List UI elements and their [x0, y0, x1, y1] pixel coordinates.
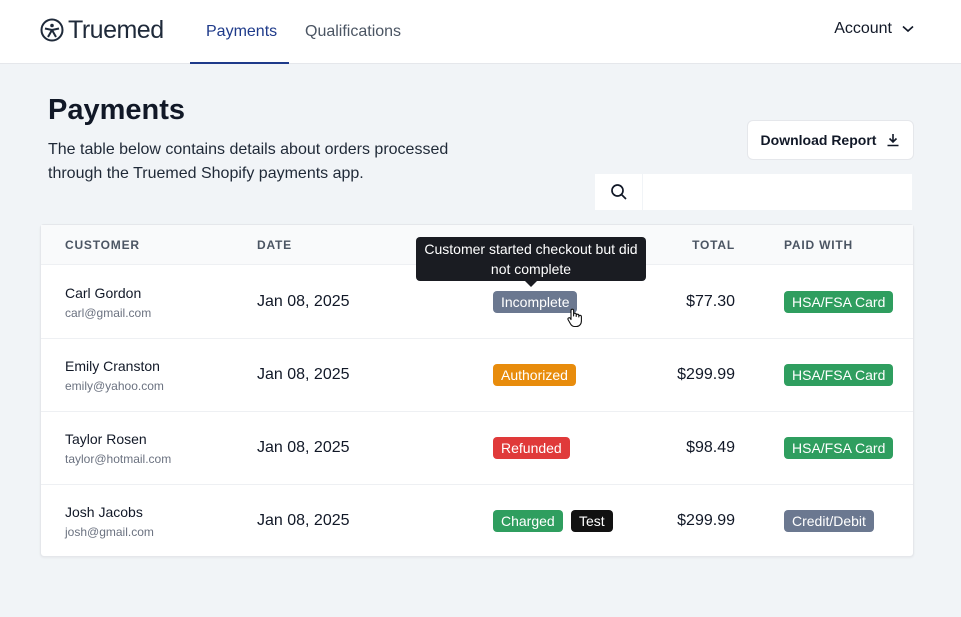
download-report-button[interactable]: Download Report	[747, 120, 914, 160]
column-header-paid-with[interactable]: PAID WITH	[784, 238, 853, 252]
customer-email: taylor@hotmail.com	[65, 452, 172, 466]
download-icon	[887, 134, 899, 147]
table-row[interactable]: Taylor Rosen taylor@hotmail.com Jan 08, …	[41, 412, 913, 485]
search-icon	[610, 184, 627, 200]
order-date: Jan 08, 2025	[257, 512, 350, 529]
page-title: Payments	[48, 94, 186, 126]
table-row[interactable]: Josh Jacobs josh@gmail.com Jan 08, 2025 …	[41, 485, 913, 558]
account-menu[interactable]: Account	[834, 20, 914, 38]
column-header-customer[interactable]: CUSTOMER	[65, 238, 140, 252]
table-row[interactable]: Emily Cranston emily@yahoo.com Jan 08, 2…	[41, 339, 913, 412]
customer-name: Josh Jacobs	[65, 504, 143, 520]
paid-with-badge: HSA/FSA Card	[784, 364, 894, 386]
customer-name: Carl Gordon	[65, 285, 142, 301]
truemed-logo-icon	[40, 18, 64, 42]
brand-name: Truemed	[68, 16, 164, 44]
status-badge-incomplete[interactable]: Incomplete	[493, 291, 578, 313]
paid-with-badge: HSA/FSA Card	[784, 437, 894, 459]
column-header-total[interactable]: TOTAL	[692, 238, 735, 252]
customer-email: emily@yahoo.com	[65, 379, 164, 393]
order-total: $299.99	[677, 512, 735, 529]
status-badge-refunded[interactable]: Refunded	[493, 437, 570, 459]
customer-email: josh@gmail.com	[65, 525, 154, 539]
tab-qualifications[interactable]: Qualifications	[289, 0, 417, 63]
search-input[interactable]	[643, 174, 912, 210]
search-bar	[595, 174, 912, 210]
customer-name: Taylor Rosen	[65, 431, 147, 447]
customer-name: Emily Cranston	[65, 358, 160, 374]
column-header-date[interactable]: DATE	[257, 238, 292, 252]
tab-payments[interactable]: Payments	[190, 0, 289, 64]
order-total: $98.49	[686, 439, 735, 456]
download-report-label: Download Report	[760, 132, 877, 148]
order-total: $299.99	[677, 366, 735, 383]
search-icon-wrap[interactable]	[595, 174, 643, 210]
order-date: Jan 08, 2025	[257, 293, 350, 310]
status-tooltip: Customer started checkout but did not co…	[416, 237, 646, 287]
order-total: $77.30	[686, 293, 735, 310]
paid-with-badge: HSA/FSA Card	[784, 291, 894, 313]
order-date: Jan 08, 2025	[257, 366, 350, 383]
test-badge: Test	[571, 510, 613, 532]
paid-with-badge: Credit/Debit	[784, 510, 874, 532]
status-badge-authorized[interactable]: Authorized	[493, 364, 576, 386]
order-date: Jan 08, 2025	[257, 439, 350, 456]
customer-email: carl@gmail.com	[65, 306, 152, 320]
account-label: Account	[834, 20, 892, 37]
chevron-down-icon	[902, 25, 914, 33]
hand-cursor-icon	[567, 308, 582, 328]
truemed-logo[interactable]: Truemed	[40, 16, 164, 44]
status-badge-charged[interactable]: Charged	[493, 510, 563, 532]
page-description: The table below contains details about o…	[48, 141, 449, 182]
top-navigation-bar: Truemed Payments Qualifications Account	[0, 0, 961, 64]
